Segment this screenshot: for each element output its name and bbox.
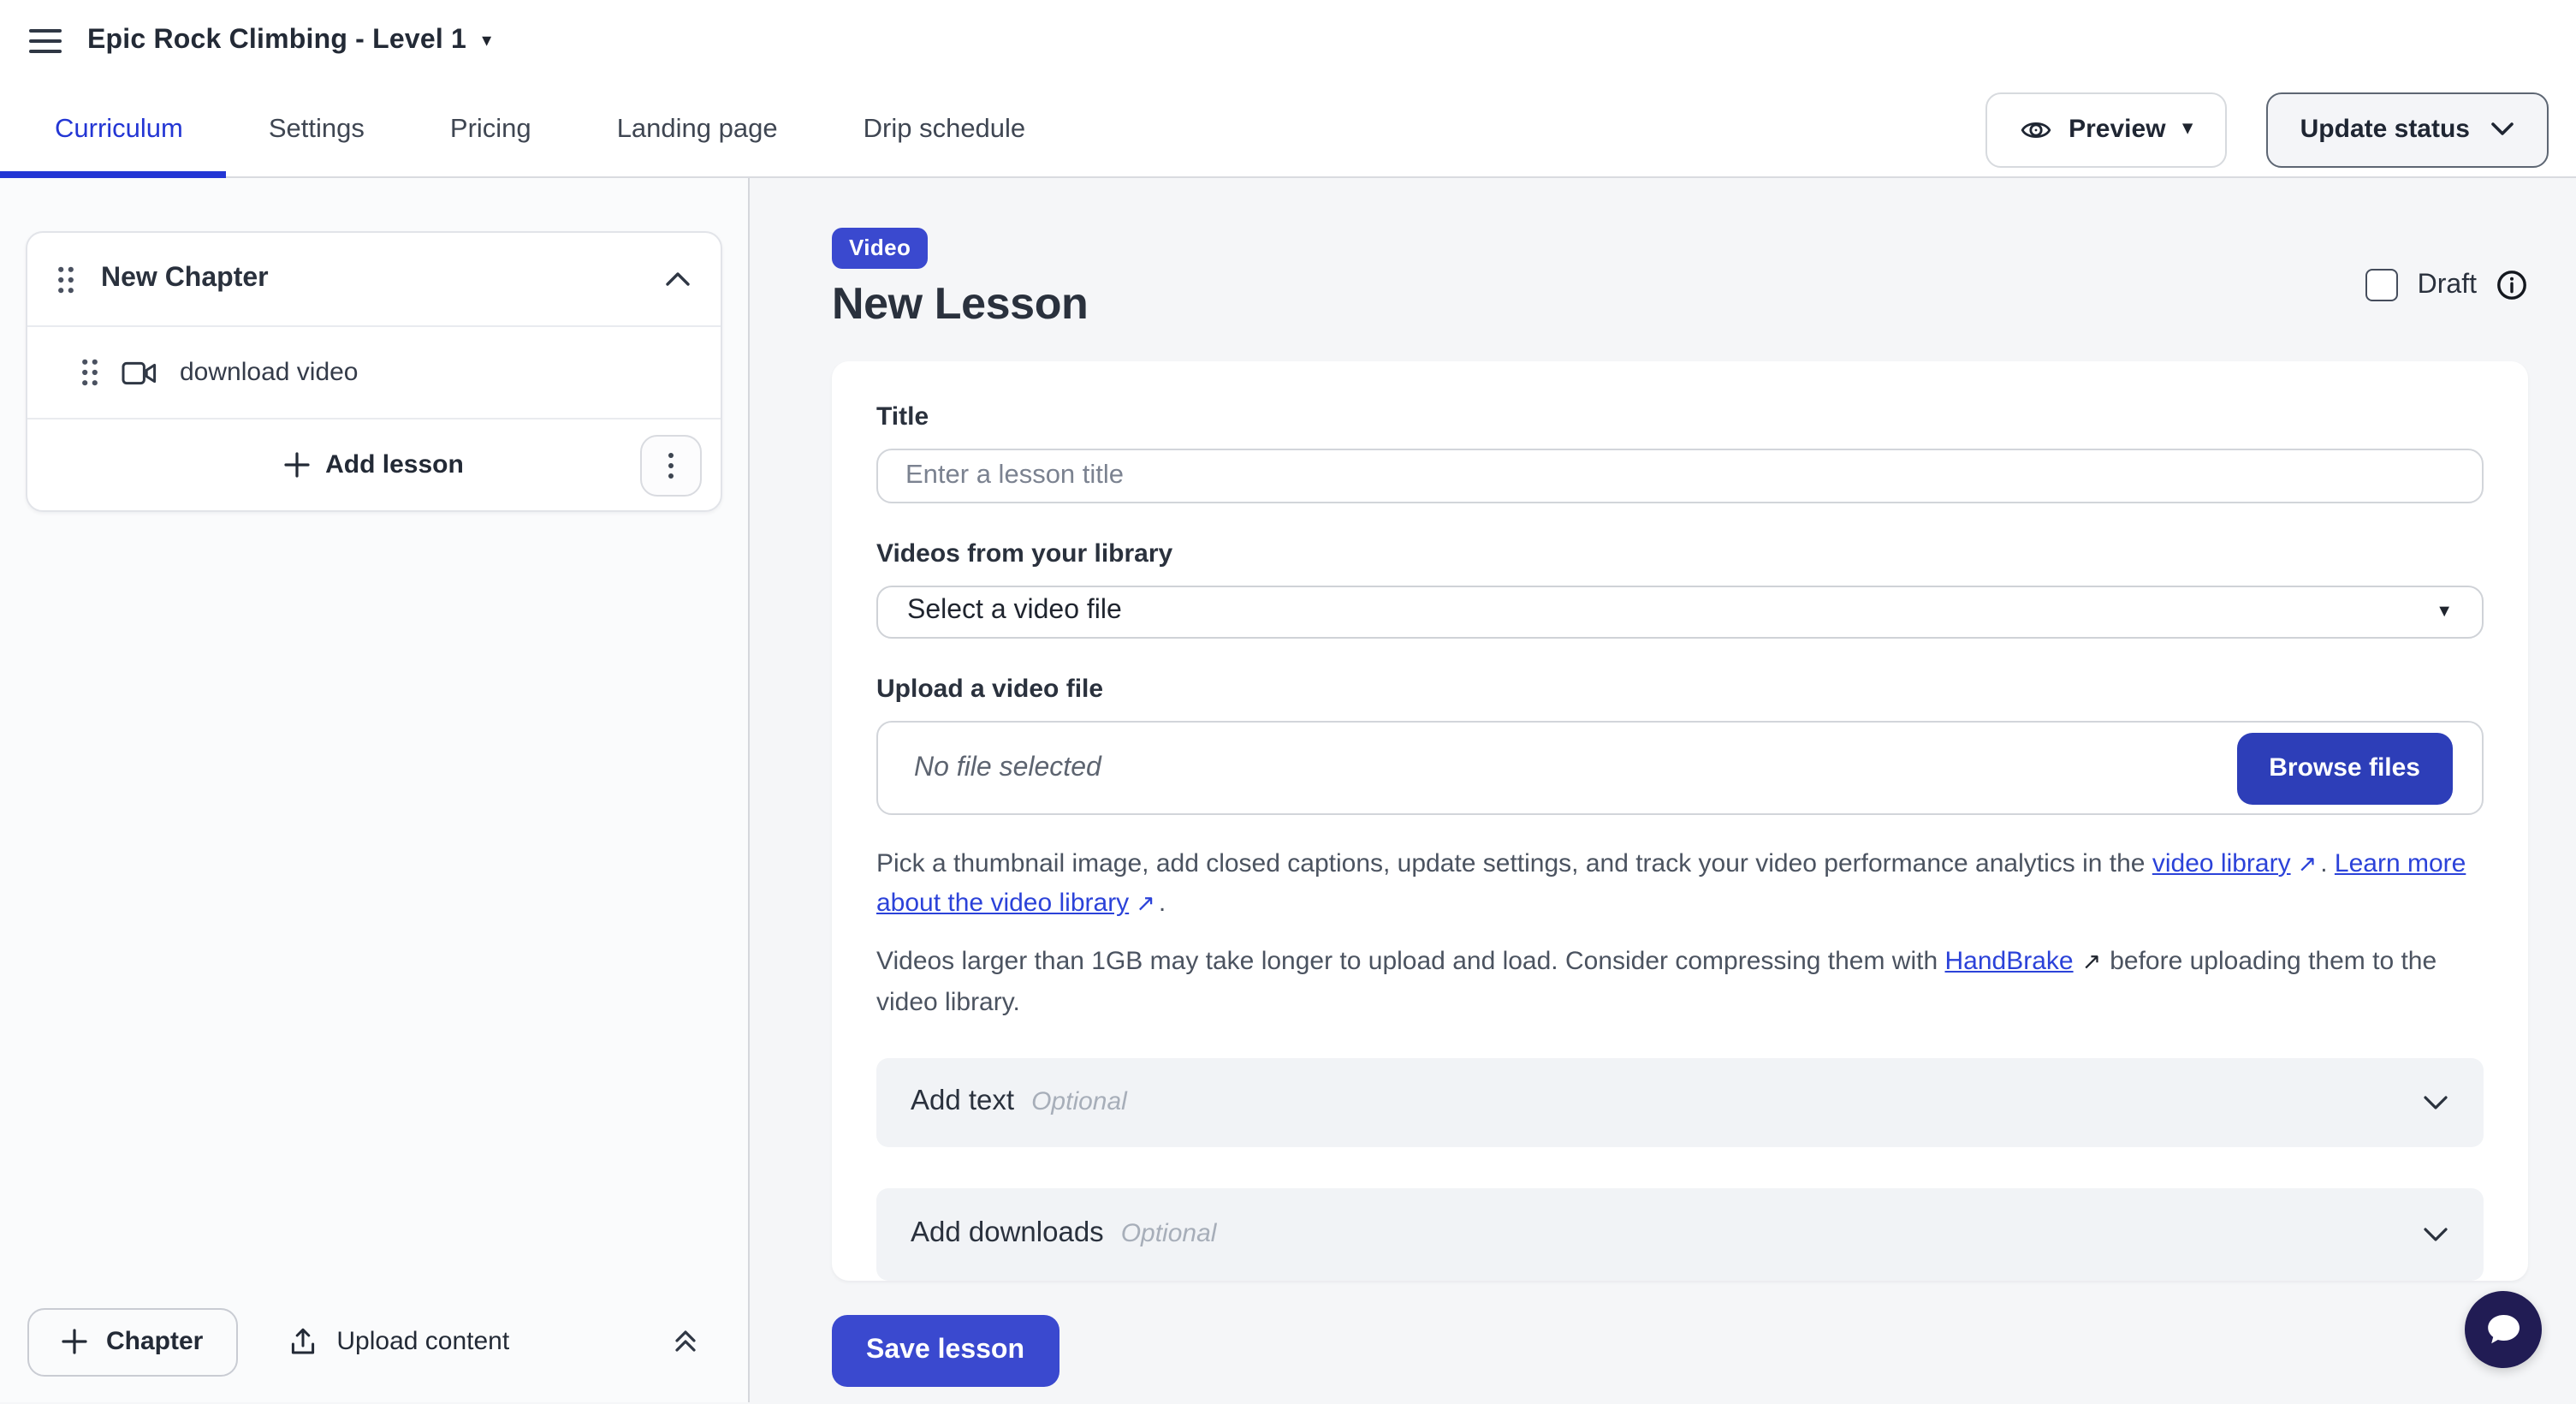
video-library-help-text: Pick a thumbnail image, add closed capti… — [876, 844, 2484, 924]
caret-down-icon: ▼ — [2436, 603, 2453, 622]
course-title-dropdown[interactable]: Epic Rock Climbing - Level 1 ▾ — [87, 26, 491, 57]
video-library-link[interactable]: video library — [2152, 849, 2291, 878]
chapter-card: New Chapter — [26, 231, 722, 512]
collapse-all-button[interactable] — [664, 1320, 707, 1363]
chapter-footer-row: Add lesson — [27, 419, 721, 510]
page-title: New Lesson — [832, 277, 1088, 330]
tab-landing-page[interactable]: Landing page — [574, 82, 821, 176]
top-bar: Epic Rock Climbing - Level 1 ▾ — [0, 0, 2576, 82]
external-link-icon: ↗ — [2298, 848, 2318, 883]
eye-icon — [2019, 116, 2051, 143]
lesson-form-card: Title Videos from your library Select a … — [832, 361, 2528, 1281]
save-lesson-button[interactable]: Save lesson — [832, 1315, 1059, 1387]
tab-drip-schedule[interactable]: Drip schedule — [821, 82, 1069, 176]
upload-content-button[interactable]: Upload content — [287, 1326, 509, 1357]
draft-label: Draft — [2418, 270, 2477, 300]
curriculum-sidebar: New Chapter — [0, 178, 750, 1402]
chat-widget-button[interactable] — [2465, 1291, 2542, 1368]
browse-files-button[interactable]: Browse files — [2236, 732, 2453, 804]
hamburger-menu-icon[interactable] — [29, 22, 62, 60]
tab-settings[interactable]: Settings — [226, 82, 407, 176]
kebab-icon — [668, 451, 674, 479]
upload-icon — [287, 1326, 318, 1357]
chevron-down-icon — [2422, 1226, 2449, 1243]
plus-icon — [284, 452, 310, 478]
upload-field-label: Upload a video file — [876, 675, 2484, 704]
course-title: Epic Rock Climbing - Level 1 — [87, 26, 466, 57]
drag-handle-icon[interactable] — [56, 265, 75, 294]
update-status-button[interactable]: Update status — [2266, 92, 2549, 167]
draft-toggle: Draft — [2366, 269, 2528, 301]
tab-bar-actions: Preview ▾ Update status — [1985, 82, 2549, 176]
lesson-title-input[interactable] — [876, 449, 2484, 503]
draft-checkbox[interactable] — [2366, 269, 2399, 301]
lesson-header: Video New Lesson Draft — [832, 228, 2528, 330]
handbrake-link[interactable]: HandBrake — [1945, 948, 2074, 977]
chat-bubble-icon — [2482, 1309, 2525, 1350]
drag-handle-icon[interactable] — [80, 358, 99, 387]
chapter-menu-button[interactable] — [640, 434, 702, 496]
preview-button[interactable]: Preview ▾ — [1985, 92, 2227, 167]
optional-label: Optional — [1121, 1220, 1217, 1249]
add-text-accordion[interactable]: Add text Optional — [876, 1058, 2484, 1147]
library-field-label: Videos from your library — [876, 538, 2484, 568]
sidebar-footer: Chapter Upload content — [0, 1281, 748, 1402]
tab-curriculum[interactable]: Curriculum — [0, 82, 226, 176]
chapter-title: New Chapter — [101, 264, 269, 294]
selected-option: Select a video file — [907, 597, 1122, 628]
chevron-down-icon — [2490, 122, 2514, 137]
tabs: Curriculum Settings Pricing Landing page… — [0, 82, 1068, 176]
course-builder-app: Epic Rock Climbing - Level 1 ▾ Curriculu… — [0, 0, 2576, 1404]
title-field-label: Title — [876, 402, 2484, 431]
lesson-type-badge: Video — [832, 228, 928, 269]
plus-icon — [62, 1329, 87, 1354]
handbrake-help-text: Videos larger than 1GB may take longer t… — [876, 943, 2484, 1022]
optional-label: Optional — [1031, 1088, 1127, 1117]
chevron-up-icon[interactable] — [664, 271, 691, 288]
double-chevron-up-icon — [671, 1327, 700, 1356]
lesson-row[interactable]: download video — [27, 327, 721, 419]
external-link-icon: ↗ — [1136, 887, 1155, 923]
lesson-editor: Video New Lesson Draft Tit — [750, 178, 2576, 1402]
video-library-select[interactable]: Select a video file ▼ — [876, 585, 2484, 639]
add-chapter-button[interactable]: Chapter — [27, 1307, 237, 1376]
caret-down-icon: ▾ — [482, 32, 491, 51]
chevron-down-icon — [2422, 1094, 2449, 1111]
save-row: Save lesson — [832, 1315, 2528, 1387]
file-dropzone[interactable]: No file selected Browse files — [876, 721, 2484, 815]
external-link-icon: ↗ — [2082, 946, 2102, 982]
info-icon[interactable] — [2496, 269, 2528, 301]
tab-bar: Curriculum Settings Pricing Landing page… — [0, 82, 2576, 178]
caret-down-icon: ▾ — [2183, 120, 2193, 139]
add-downloads-accordion[interactable]: Add downloads Optional — [876, 1188, 2484, 1281]
no-file-text: No file selected — [914, 753, 1101, 783]
add-lesson-button[interactable]: Add lesson — [284, 450, 464, 479]
chapter-header-row[interactable]: New Chapter — [27, 233, 721, 327]
tab-pricing[interactable]: Pricing — [407, 82, 574, 176]
video-camera-icon — [122, 360, 157, 384]
lesson-title: download video — [180, 358, 359, 387]
